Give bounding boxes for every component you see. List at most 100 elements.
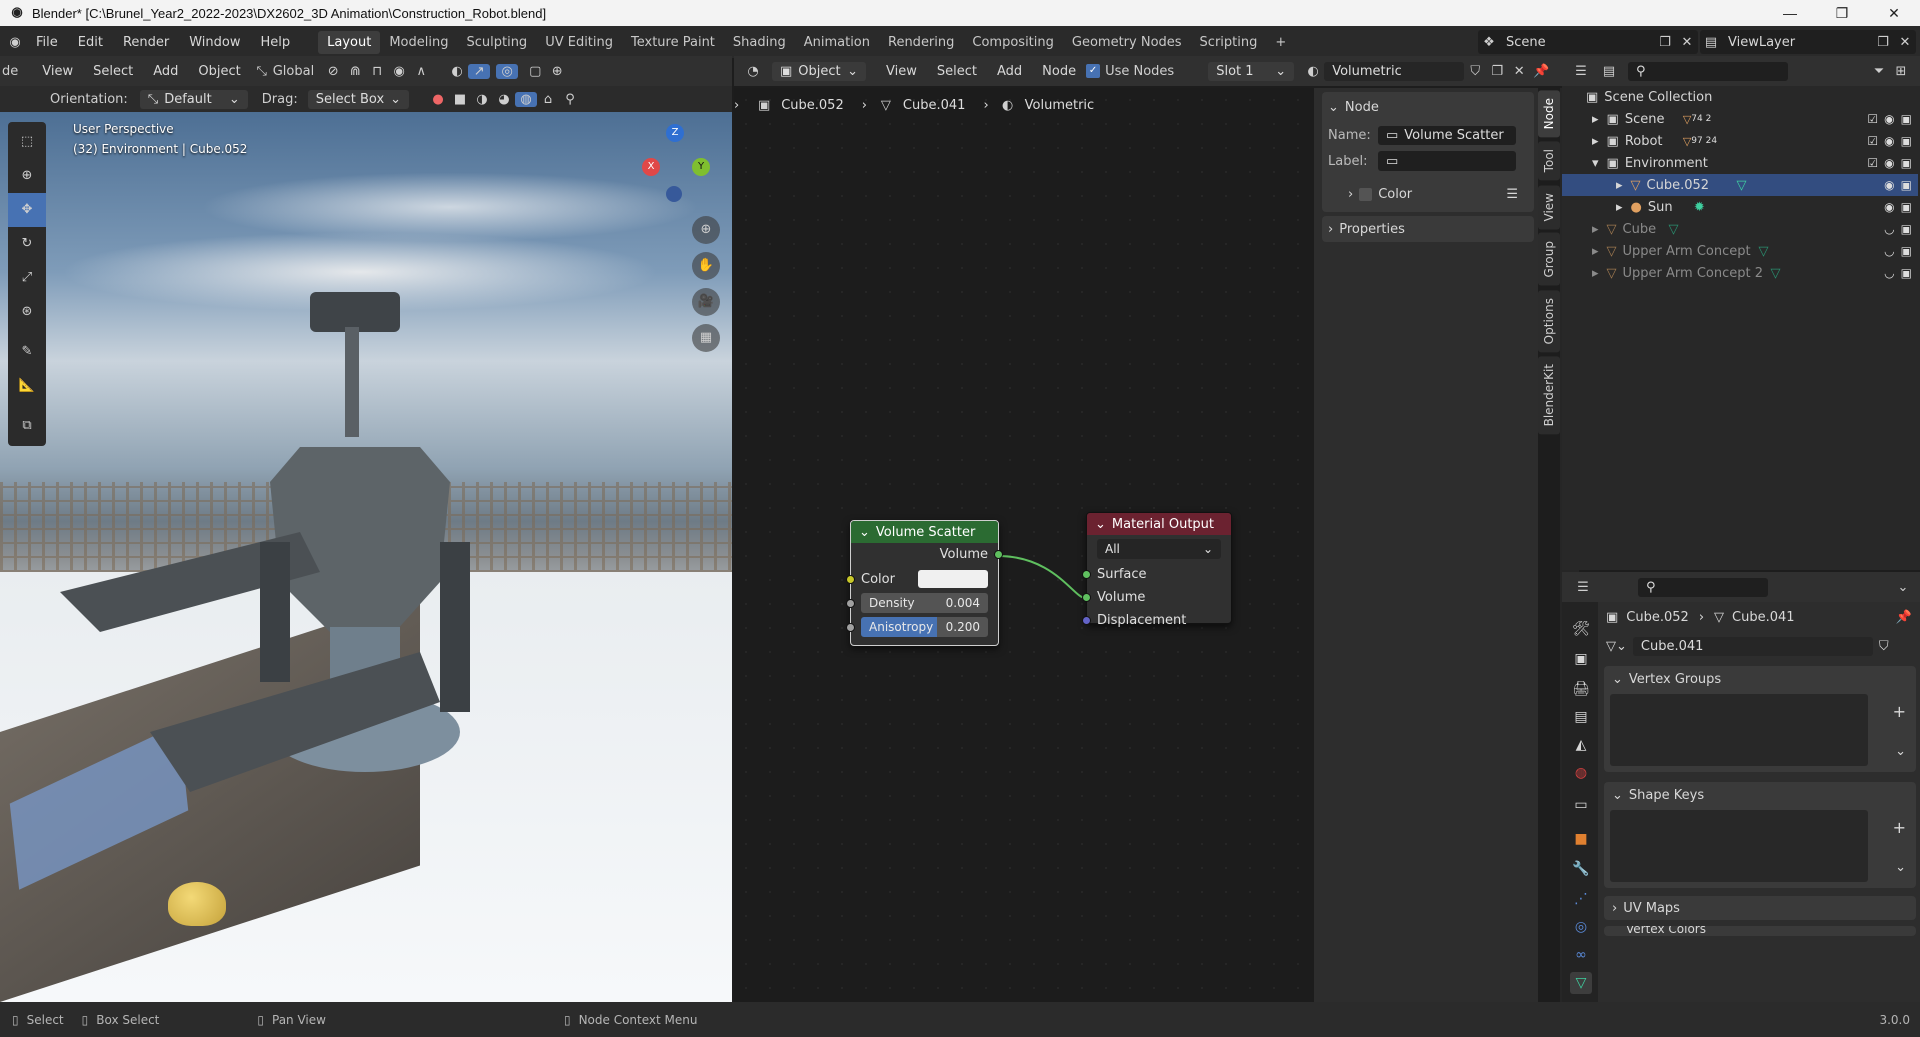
copy-viewlayer-icon[interactable]: ❐	[1872, 35, 1894, 50]
checkbox-icon[interactable]: ☑	[1867, 156, 1878, 170]
camera-icon[interactable]: ▣	[1901, 178, 1912, 192]
scale-tool-icon[interactable]: ⤢	[8, 261, 46, 295]
output-target-dropdown[interactable]: All ⌄	[1097, 539, 1221, 559]
measure-tool-icon[interactable]: 📐	[8, 369, 46, 403]
material-shading-icon[interactable]: ◑	[471, 92, 493, 107]
select-box-tool-icon[interactable]: ⬚	[8, 125, 46, 159]
add-vertex-group-button[interactable]: +	[1893, 702, 1906, 721]
object-tab-icon[interactable]: ■	[1570, 828, 1592, 850]
node-menu-view[interactable]: View	[876, 64, 927, 79]
outliner-item-cube[interactable]: ▸ ▽ Cube ▽ ◡ ▣	[1562, 218, 1918, 240]
volume-output-socket[interactable]	[994, 550, 1003, 559]
remove-viewlayer-icon[interactable]: ✕	[1894, 35, 1916, 50]
chevron-right-icon[interactable]: ›	[1348, 187, 1353, 202]
rotate-tool-icon[interactable]: ↻	[8, 227, 46, 261]
chevron-down-icon[interactable]: ⌄	[1612, 788, 1623, 803]
viewport-menu-select[interactable]: Select	[83, 64, 143, 79]
cursor-tool-icon[interactable]: ⊕	[8, 159, 46, 193]
tab-layout[interactable]: Layout	[318, 30, 381, 54]
fake-user-shield-icon[interactable]: ⛉	[1879, 639, 1889, 654]
scene-tab-icon[interactable]: ◭	[1570, 734, 1592, 756]
volume-input-socket[interactable]	[1082, 593, 1091, 602]
menu-edit[interactable]: Edit	[68, 35, 113, 50]
tab-geometry-nodes[interactable]: Geometry Nodes	[1063, 31, 1191, 54]
gizmo-neg-z[interactable]	[666, 186, 682, 202]
density-field[interactable]: Density 0.004	[861, 593, 988, 613]
expand-chevron-icon[interactable]: ▸	[1592, 134, 1599, 149]
pin-icon[interactable]: ⌂	[537, 92, 559, 107]
gizmo-z-axis[interactable]: Z	[666, 124, 684, 142]
fake-user-shield-icon[interactable]: ⛉	[1464, 64, 1486, 79]
tab-blenderkit[interactable]: BlenderKit	[1538, 355, 1560, 435]
checkbox-icon[interactable]: ☑	[1867, 134, 1878, 148]
camera-icon[interactable]: ▣	[1901, 134, 1912, 148]
unlink-material-icon[interactable]: ✕	[1508, 64, 1530, 79]
node-menu-add[interactable]: Add	[987, 64, 1032, 79]
blender-menu-icon[interactable]: ◉	[4, 35, 26, 50]
ortho-grid-icon[interactable]: ▦	[692, 324, 720, 352]
pin-icon[interactable]: 📌	[1896, 610, 1912, 625]
surface-input-socket[interactable]	[1082, 570, 1091, 579]
snap-icon[interactable]: ⋒	[344, 64, 366, 79]
proportional-edit-icon[interactable]: ◉	[388, 64, 410, 79]
expand-chevron-icon[interactable]: ▸	[1592, 112, 1599, 127]
material-browse-icon[interactable]: ◐	[1302, 64, 1324, 79]
pin-icon[interactable]: 📌	[1530, 64, 1552, 79]
eye-closed-icon[interactable]: ◡	[1884, 222, 1894, 236]
density-input-socket[interactable]	[846, 599, 855, 608]
properties-search-field[interactable]: ⚲	[1638, 577, 1768, 597]
outliner-item-sun[interactable]: ▸ ● Sun ✹ ◉ ▣	[1562, 196, 1918, 218]
eye-icon[interactable]: ◉	[1884, 134, 1894, 148]
add-shape-key-button[interactable]: +	[1893, 818, 1906, 837]
scene-selector[interactable]: ❖ Scene ❐ ✕	[1478, 30, 1698, 54]
annotate-tool-icon[interactable]: ✎	[8, 335, 46, 369]
collapse-chevron-icon[interactable]: ⌄	[859, 525, 870, 540]
color-wheel-icon[interactable]: ●	[427, 92, 449, 107]
tab-uv-editing[interactable]: UV Editing	[536, 31, 622, 54]
render-tab-icon[interactable]: ▣	[1570, 648, 1592, 670]
viewlayer-selector[interactable]: ▤ ViewLayer ❐ ✕	[1700, 30, 1916, 54]
properties-panel[interactable]: › Properties	[1322, 216, 1534, 242]
displacement-input-socket[interactable]	[1082, 616, 1091, 625]
tab-tool[interactable]: Tool	[1538, 141, 1560, 181]
expand-chevron-icon[interactable]: ▸	[1592, 222, 1599, 237]
transform-orientation-select[interactable]: Global	[273, 64, 314, 79]
shape-keys-list[interactable]	[1610, 810, 1868, 882]
viewport-menu-add[interactable]: Add	[143, 64, 188, 79]
tab-group[interactable]: Group	[1538, 233, 1560, 286]
modifier-tab-icon[interactable]: 🔧	[1570, 858, 1592, 880]
shape-key-menu-icon[interactable]: ⌄	[1895, 860, 1906, 875]
camera-icon[interactable]: ▣	[1901, 244, 1912, 258]
sphere-shading-icon[interactable]: ◕	[493, 92, 515, 107]
move-tool-icon[interactable]: ✥	[8, 193, 46, 227]
collection-tab-icon[interactable]: ▭	[1570, 794, 1592, 816]
expand-chevron-icon[interactable]: ▸	[1616, 178, 1623, 193]
outliner-search-field[interactable]: ⚲	[1628, 61, 1788, 81]
menu-window[interactable]: Window	[179, 35, 250, 50]
expand-chevron-icon[interactable]: ▸	[1616, 200, 1623, 215]
checkbox-icon[interactable]: ☑	[1867, 112, 1878, 126]
use-nodes-checkbox[interactable]: ✓	[1086, 64, 1101, 78]
expand-chevron-icon[interactable]: ▸	[1592, 266, 1599, 281]
camera-icon[interactable]: ▣	[1901, 222, 1912, 236]
drag-dropdown[interactable]: Select Box ⌄	[307, 89, 410, 109]
material-name-field[interactable]: Volumetric	[1324, 61, 1465, 81]
particles-tab-icon[interactable]: ⋰	[1570, 888, 1592, 910]
display-mode-icon[interactable]: ▤	[1598, 64, 1620, 79]
minimize-button[interactable]: —	[1764, 0, 1816, 26]
editor-type-icon[interactable]: ☰	[1570, 64, 1592, 79]
eye-closed-icon[interactable]: ◡	[1884, 244, 1894, 258]
menu-help[interactable]: Help	[251, 35, 301, 50]
node-name-field[interactable]: ▭ Volume Scatter	[1378, 125, 1516, 145]
material-output-node[interactable]: ⌄ Material Output All ⌄ Surface Volume D…	[1082, 512, 1232, 628]
tab-view[interactable]: View	[1538, 184, 1560, 230]
vertex-groups-list[interactable]	[1610, 694, 1868, 766]
snap-target-icon[interactable]: ⊓	[366, 64, 388, 79]
vertex-colors-panel[interactable]: Vertex Colors	[1604, 926, 1916, 936]
wireframe-shading-icon[interactable]: ⊕	[546, 64, 568, 79]
search-icon[interactable]: ⚲	[559, 92, 581, 107]
duplicate-material-icon[interactable]: ❐	[1486, 64, 1508, 79]
visibility-icon[interactable]: ◐	[446, 64, 468, 79]
tab-scripting[interactable]: Scripting	[1191, 31, 1267, 54]
tab-sculpting[interactable]: Sculpting	[457, 31, 536, 54]
